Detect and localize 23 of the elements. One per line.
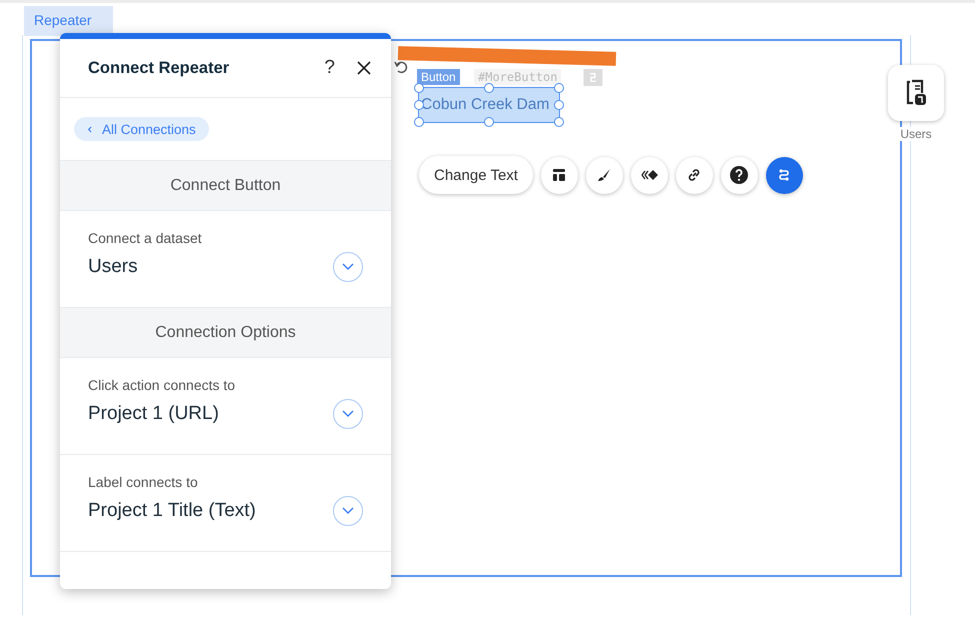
panel-title: Connect Repeater — [88, 58, 230, 78]
element-type-tag: Button — [417, 69, 460, 85]
dataset-button[interactable] — [888, 65, 944, 121]
section-header: Connection Options — [60, 308, 391, 358]
link-icon[interactable] — [676, 156, 713, 194]
back-chevron-icon — [87, 126, 92, 132]
dropdown-value[interactable]: Project 1 Title (Text) — [88, 500, 256, 522]
dropdown-value[interactable]: Users — [88, 256, 138, 278]
help-button[interactable]: ? — [324, 57, 335, 79]
dataset-icon — [904, 79, 928, 107]
field-label: Label connects to — [88, 474, 199, 490]
field-label: Connect a dataset — [88, 230, 203, 246]
dropdown-value[interactable]: Project 1 (URL) — [88, 403, 219, 425]
undo-icon[interactable] — [393, 59, 409, 75]
element-id-tag: #MoreButton — [474, 69, 562, 85]
animation-icon[interactable] — [630, 156, 668, 194]
change-text-button[interactable]: Change Text — [419, 156, 533, 194]
connect-data-icon[interactable] — [766, 156, 803, 194]
section-header: Connect Button — [60, 161, 391, 211]
field-label: Click action connects to — [88, 377, 236, 393]
help-icon[interactable] — [720, 156, 758, 194]
close-icon[interactable] — [357, 61, 371, 75]
layout-icon[interactable] — [540, 156, 578, 194]
